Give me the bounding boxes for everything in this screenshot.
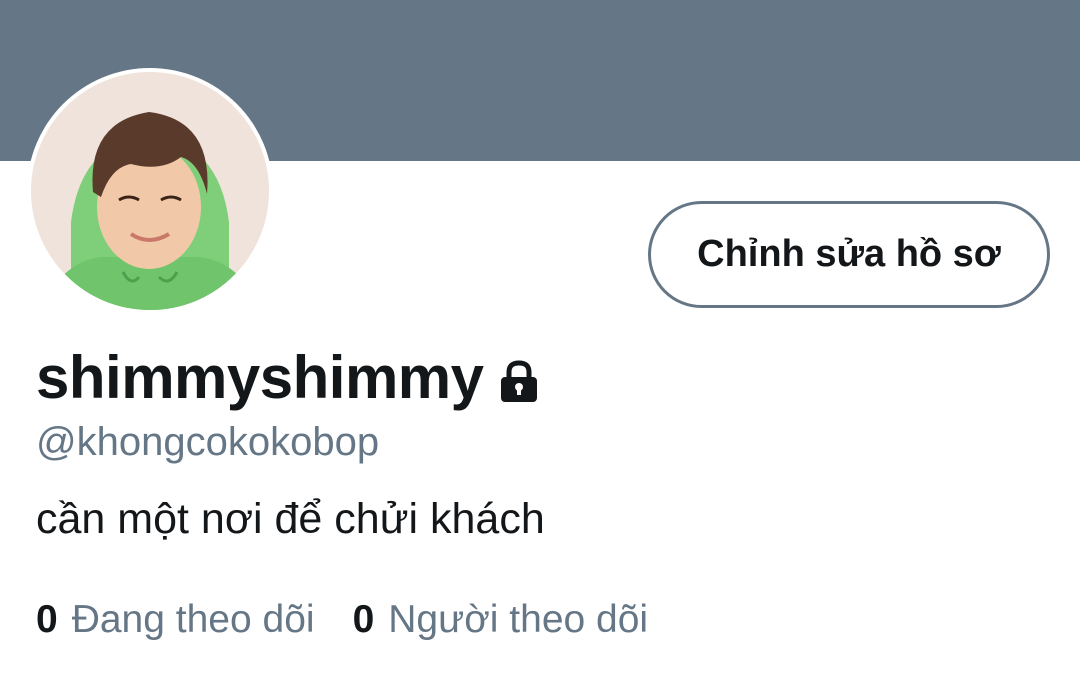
followers-stat[interactable]: 0 Người theo dõi — [353, 598, 649, 642]
profile-photo — [31, 72, 269, 310]
profile-page: Chỉnh sửa hồ sơ shimmyshimmy @khongcokok… — [0, 0, 1080, 692]
following-stat[interactable]: 0 Đang theo dõi — [36, 598, 315, 642]
followers-label: Người theo dõi — [388, 598, 649, 641]
avatar[interactable] — [27, 68, 273, 314]
profile-bio: cần một nơi để chửi khách — [36, 495, 545, 543]
follow-stats: 0 Đang theo dõi 0 Người theo dõi — [36, 598, 648, 642]
display-name: shimmyshimmy — [36, 343, 484, 411]
username-handle: @khongcokokobop — [36, 420, 380, 464]
following-label: Đang theo dõi — [71, 598, 315, 641]
followers-count: 0 — [352, 598, 375, 641]
lock-icon — [496, 358, 542, 404]
name-row: shimmyshimmy — [36, 342, 542, 412]
edit-profile-button[interactable]: Chỉnh sửa hồ sơ — [648, 201, 1050, 308]
following-count: 0 — [36, 598, 58, 641]
